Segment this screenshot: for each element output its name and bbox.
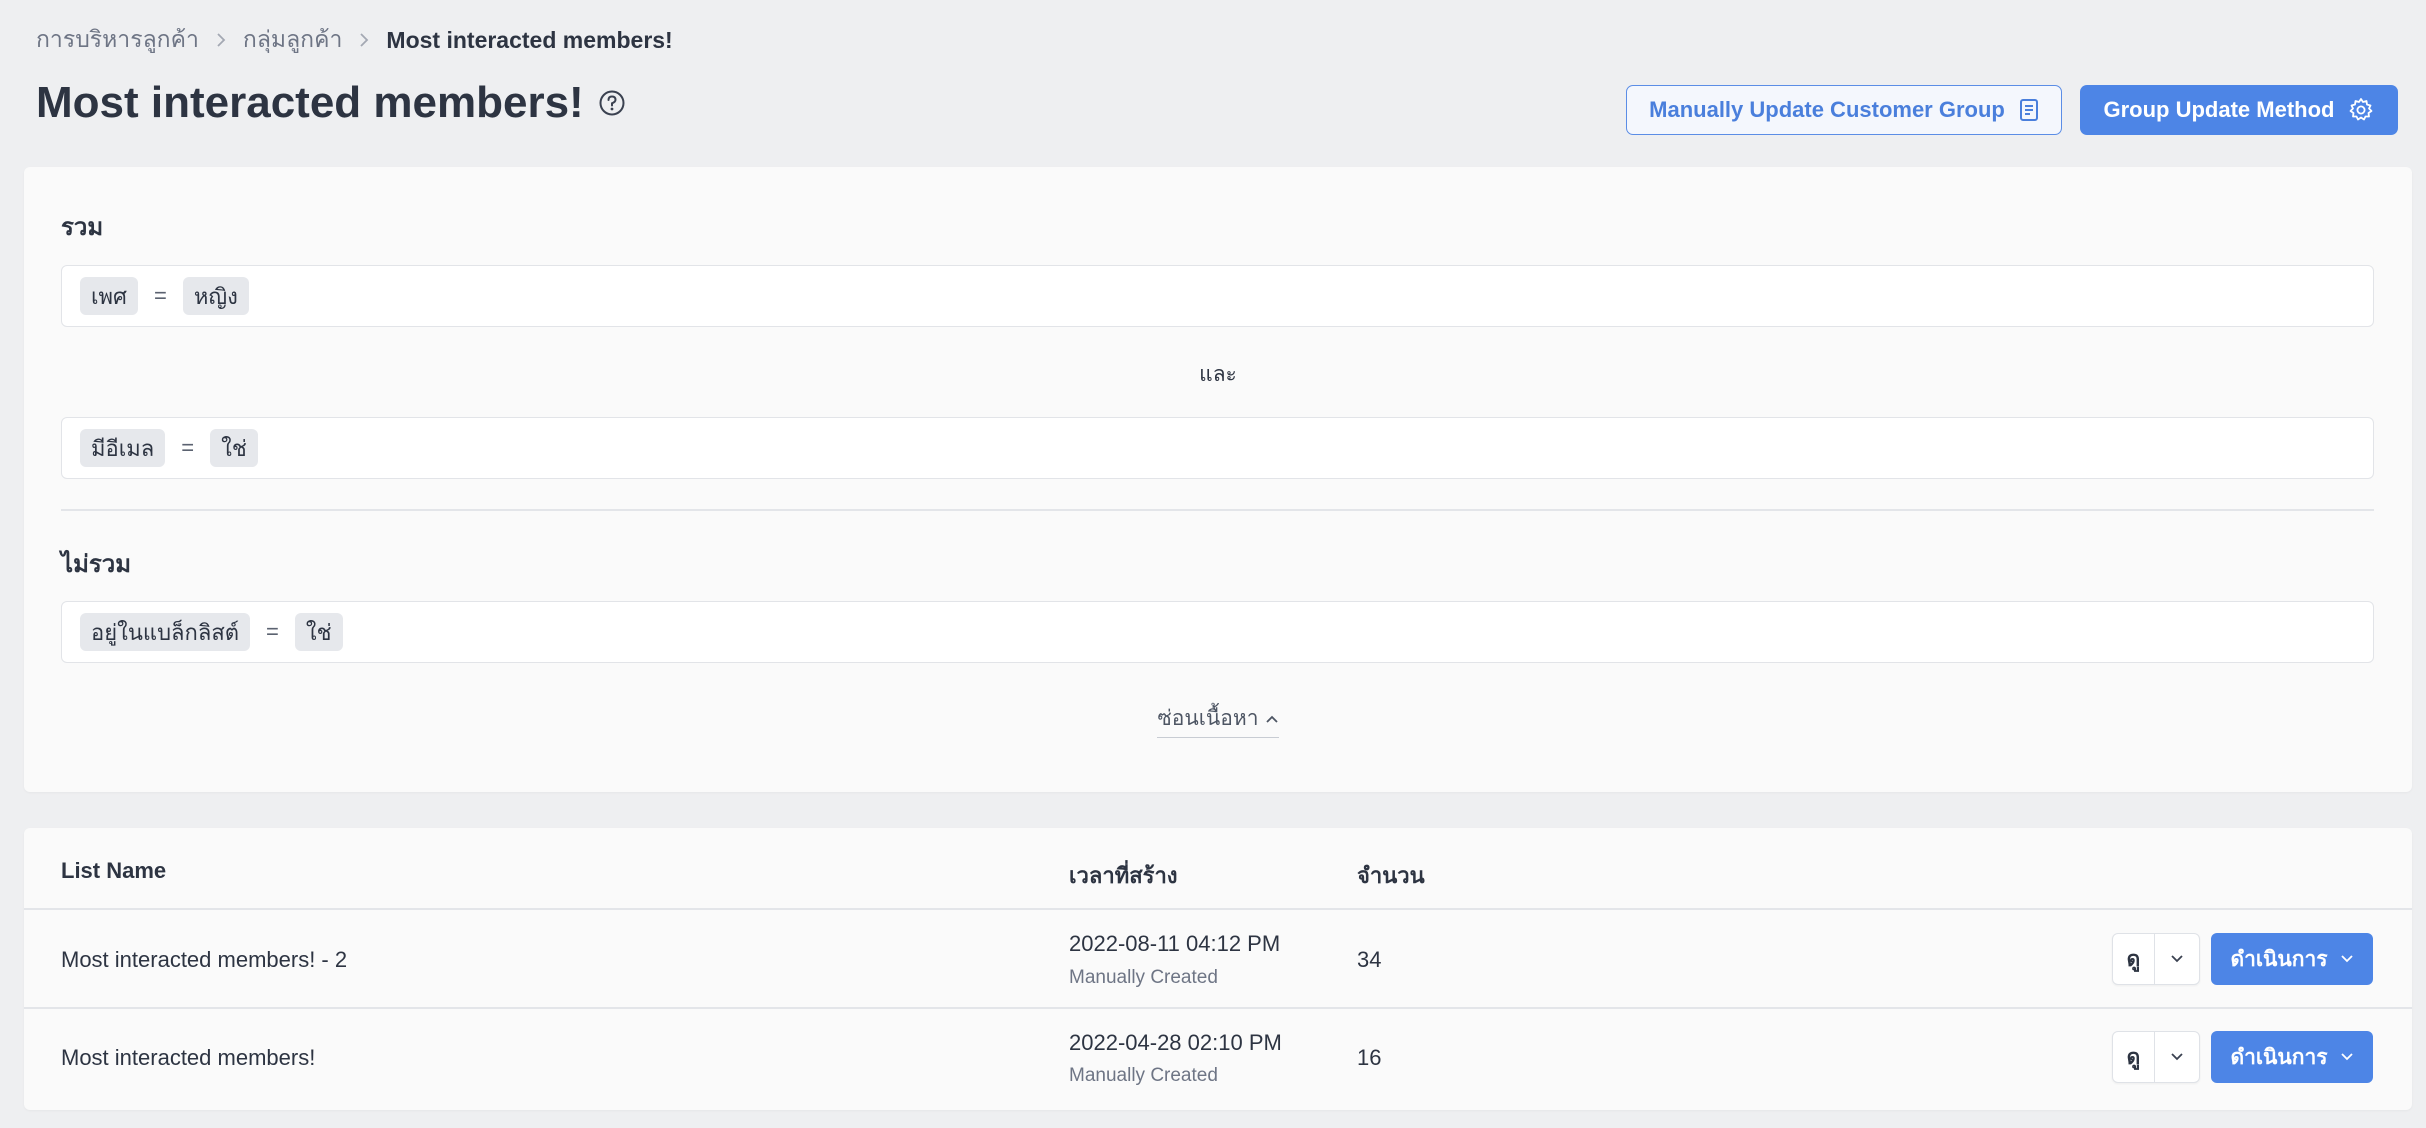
row-created-note: Manually Created [1069,1065,1218,1086]
action-dropdown-button[interactable]: ดำเนินการ [2211,933,2373,985]
column-header-created: เวลาที่สร้าง [1069,863,1178,888]
manually-update-customer-group-button[interactable]: Manually Update Customer Group [1626,85,2062,135]
list-table [24,828,2412,1110]
page-title: Most interacted members! [36,78,584,127]
row-count: 34 [1357,947,1382,972]
hide-content-row: ซ่อนเนื้อหา [24,702,2412,738]
chevron-down-icon [2340,1053,2353,1061]
row-count: 16 [1357,1045,1382,1070]
breadcrumb: การบริหารลูกค้า กลุ่มลูกค้า Most interac… [36,22,673,58]
chevron-up-icon [1265,715,1278,723]
exclude-label: ไม่รวม [61,551,132,578]
chevron-right-icon [215,32,227,48]
rule-field-chip: มีอีเมล [80,429,166,467]
question-circle-icon[interactable] [598,89,626,117]
view-label[interactable]: ดู [2113,934,2155,984]
row-list-name: Most interacted members! - 2 [61,947,348,972]
view-label[interactable]: ดู [2113,1032,2155,1082]
chevron-down-icon [2340,955,2353,963]
gear-icon [2350,98,2373,121]
rule-value-chip: ใช่ [210,429,258,467]
view-dropdown-button[interactable]: ดู [2112,933,2200,985]
row-created-time: 2022-08-11 04:12 PM [1069,931,1281,956]
chevron-right-icon [358,32,370,48]
rule-field-chip: เพศ [80,277,138,315]
section-divider [61,509,2374,511]
page-title-row: Most interacted members! [36,78,626,128]
breadcrumb-item-current: Most interacted members! [386,26,673,53]
group-update-method-label: Group Update Method [2103,97,2335,122]
rule-operator: = [266,619,279,644]
rule-operator: = [181,435,195,460]
include-rule-has-email: มีอีเมล = ใช่ [61,417,2374,479]
action-label: ดำเนินการ [2230,947,2328,971]
column-header-list-name: List Name [61,858,167,883]
exclude-rule-blacklist: อยู่ในแบล็กลิสต์ = ใช่ [61,601,2374,663]
view-dropdown-button[interactable]: ดู [2112,1031,2200,1083]
row-created-note: Manually Created [1069,967,1218,988]
chevron-down-icon[interactable] [2155,934,2199,984]
action-dropdown-button[interactable]: ดำเนินการ [2211,1031,2373,1083]
include-rule-gender: เพศ = หญิง [61,265,2374,327]
manually-update-label: Manually Update Customer Group [1649,97,2005,122]
header-divider [24,908,2412,910]
hide-content-label: ซ่อนเนื้อหา [1157,707,1259,730]
row-created-time: 2022-04-28 02:10 PM [1069,1030,1282,1055]
clipboard-list-icon [2019,99,2038,121]
breadcrumb-item-customer-groups[interactable]: กลุ่มลูกค้า [243,22,343,58]
hide-content-link[interactable]: ซ่อนเนื้อหา [1157,702,1279,738]
group-update-method-button[interactable]: Group Update Method [2080,85,2398,135]
row-list-name: Most interacted members! [61,1045,316,1070]
action-label: ดำเนินการ [2230,1045,2328,1069]
chevron-down-icon[interactable] [2155,1032,2199,1082]
rule-value-chip: ใช่ [294,613,343,651]
column-header-count: จำนวน [1357,863,1425,888]
filter-card: รวม เพศ = หญิง และ มีอีเมล = ใช่ ไม่รวม … [24,167,2412,792]
conjunction-label: และ [1199,363,1237,386]
rule-field-chip: อยู่ในแบล็กลิสต์ [80,613,251,651]
rule-operator: = [154,283,167,308]
breadcrumb-item-customer-management[interactable]: การบริหารลูกค้า [36,22,199,58]
row-divider [24,1007,2412,1009]
rule-value-chip: หญิง [182,277,249,315]
include-label: รวม [61,214,104,241]
